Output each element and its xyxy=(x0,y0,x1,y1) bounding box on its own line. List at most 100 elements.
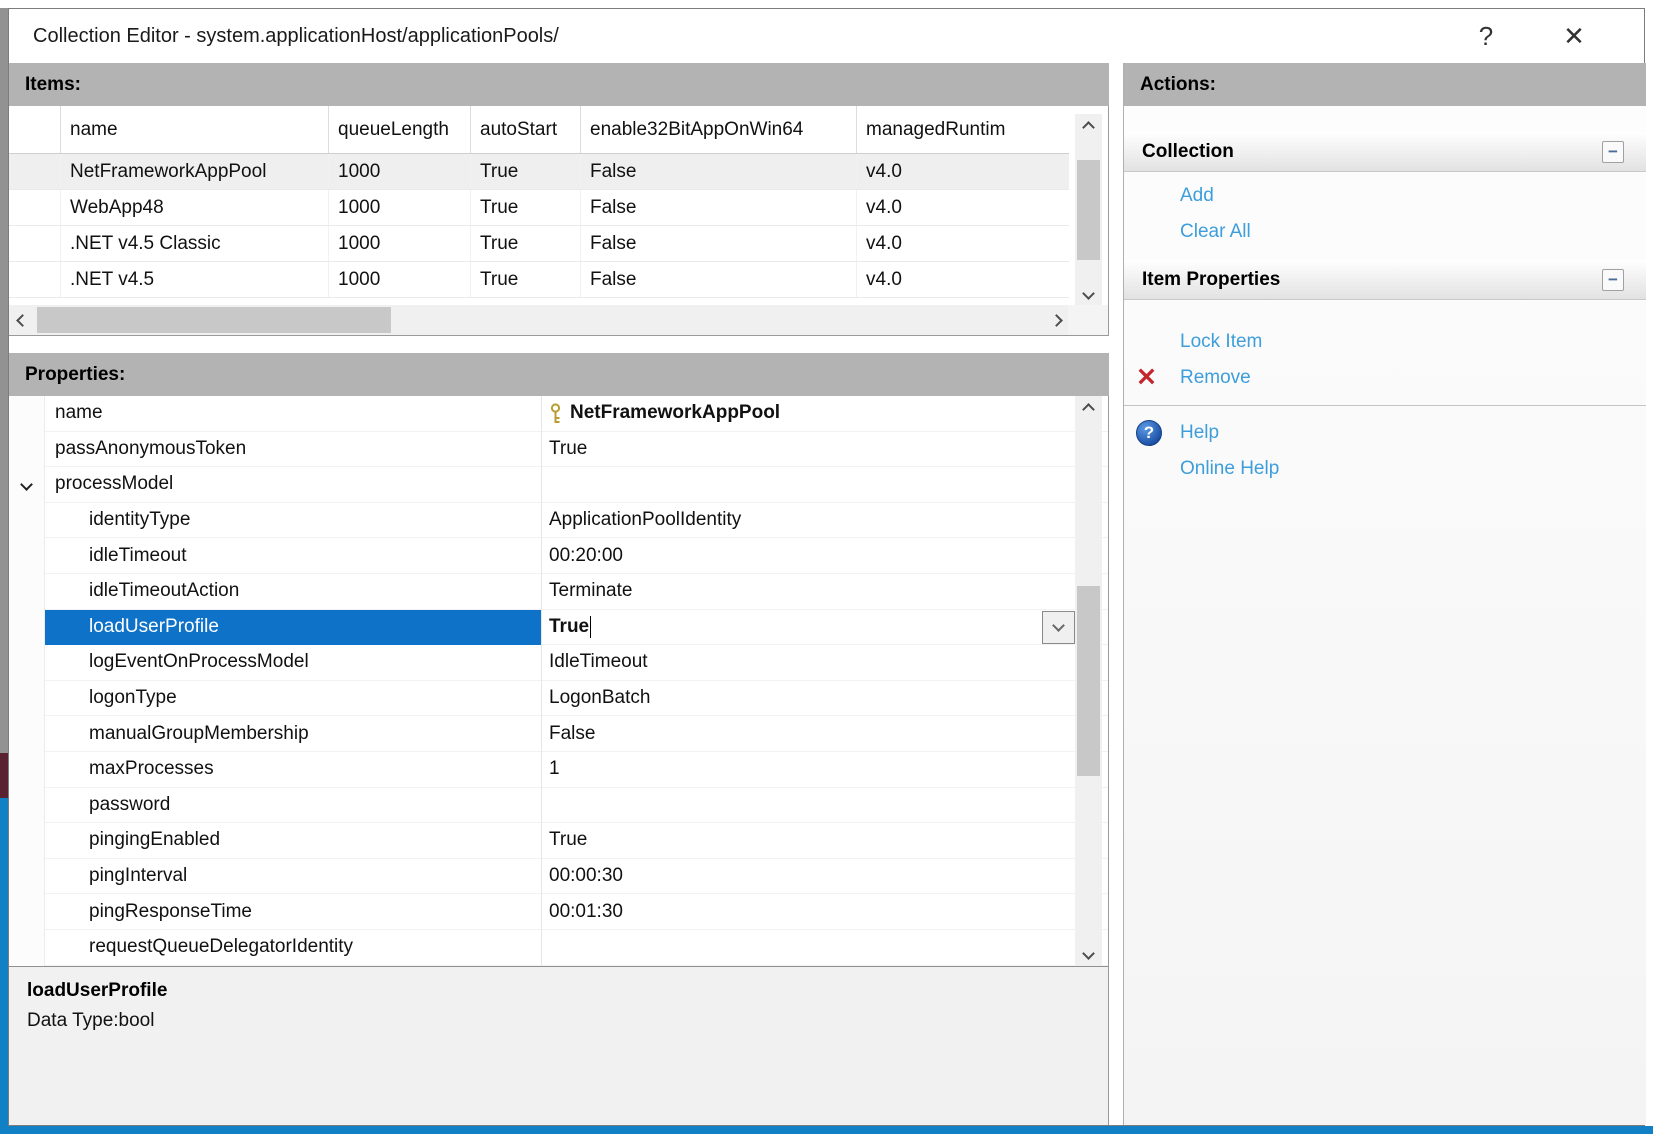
property-row[interactable]: logEventOnProcessModel IdleTimeout xyxy=(9,645,1108,681)
property-value[interactable]: IdleTimeout xyxy=(541,645,1108,681)
property-value[interactable]: ApplicationPoolIdentity xyxy=(541,503,1108,539)
row-header-cell[interactable] xyxy=(9,262,61,297)
column-header-enable32bit[interactable]: enable32BitAppOnWin64 xyxy=(581,106,857,153)
action-link-label[interactable]: Help xyxy=(1180,422,1219,444)
property-name[interactable]: requestQueueDelegatorIdentity xyxy=(45,930,541,966)
task-group-item-properties[interactable]: Item Properties − xyxy=(1124,260,1646,300)
table-row[interactable]: NetFrameworkAppPool 1000 True False v4.0 xyxy=(9,154,1069,190)
cell-autostart[interactable]: True xyxy=(471,154,581,189)
cell-name[interactable]: .NET v4.5 xyxy=(61,262,329,297)
action-help[interactable]: ? Help xyxy=(1124,415,1646,451)
cell-enable32bit[interactable]: False xyxy=(581,226,857,261)
property-name[interactable]: idleTimeoutAction xyxy=(45,574,541,610)
action-link-label[interactable]: Lock Item xyxy=(1180,331,1262,353)
property-row[interactable]: idleTimeoutAction Terminate xyxy=(9,574,1108,610)
property-value[interactable] xyxy=(541,930,1108,966)
close-icon[interactable]: ✕ xyxy=(1552,9,1596,63)
cell-enable32bit[interactable]: False xyxy=(581,190,857,225)
property-value[interactable]: LogonBatch xyxy=(541,681,1108,717)
title-bar[interactable]: Collection Editor - system.applicationHo… xyxy=(9,9,1644,63)
property-row[interactable]: requestQueueDelegatorIdentity xyxy=(9,930,1108,966)
scroll-left-icon[interactable] xyxy=(9,305,35,335)
action-add[interactable]: Add xyxy=(1124,178,1646,214)
property-row[interactable]: pingResponseTime 00:01:30 xyxy=(9,894,1108,930)
property-name[interactable]: loadUserProfile xyxy=(45,610,541,646)
cell-name[interactable]: NetFrameworkAppPool xyxy=(61,154,329,189)
properties-vertical-scrollbar[interactable] xyxy=(1075,396,1102,966)
property-value[interactable]: True xyxy=(541,432,1108,468)
property-row[interactable]: processModel xyxy=(9,467,1108,503)
property-value[interactable]: 00:01:30 xyxy=(541,894,1108,930)
scroll-down-icon[interactable] xyxy=(1075,940,1102,966)
cell-queuelength[interactable]: 1000 xyxy=(329,262,471,297)
column-header-queuelength[interactable]: queueLength xyxy=(329,106,471,153)
property-name[interactable]: pingingEnabled xyxy=(45,823,541,859)
action-link-label[interactable]: Add xyxy=(1180,185,1214,207)
property-row[interactable]: maxProcesses 1 xyxy=(9,752,1108,788)
value-dropdown-button[interactable] xyxy=(1042,611,1075,644)
property-value[interactable]: 00:00:30 xyxy=(541,859,1108,895)
property-row[interactable]: password xyxy=(9,788,1108,824)
action-link-label[interactable]: Clear All xyxy=(1180,221,1251,243)
scroll-up-icon[interactable] xyxy=(1075,114,1102,140)
action-link-label[interactable]: Remove xyxy=(1180,367,1251,389)
property-name[interactable]: name xyxy=(45,396,541,432)
cell-queuelength[interactable]: 1000 xyxy=(329,190,471,225)
dialog-help-button[interactable]: ? xyxy=(1464,9,1508,63)
property-value[interactable]: Terminate xyxy=(541,574,1108,610)
cell-autostart[interactable]: True xyxy=(471,190,581,225)
property-row[interactable]: manualGroupMembership False xyxy=(9,716,1108,752)
scroll-up-icon[interactable] xyxy=(1075,396,1102,422)
cell-queuelength[interactable]: 1000 xyxy=(329,154,471,189)
property-value[interactable]: NetFrameworkAppPool xyxy=(541,396,1108,432)
property-name[interactable]: manualGroupMembership xyxy=(45,716,541,752)
property-row[interactable]: pingInterval 00:00:30 xyxy=(9,859,1108,895)
cell-managedruntime[interactable]: v4.0 xyxy=(857,226,1069,261)
column-header-name[interactable]: name xyxy=(61,106,329,153)
table-row[interactable]: WebApp48 1000 True False v4.0 xyxy=(9,190,1069,226)
property-name[interactable]: password xyxy=(45,788,541,824)
property-name[interactable]: logEventOnProcessModel xyxy=(45,645,541,681)
property-name[interactable]: processModel xyxy=(45,467,541,503)
chevron-down-icon[interactable] xyxy=(20,479,33,492)
cell-autostart[interactable]: True xyxy=(471,226,581,261)
items-vertical-scrollbar[interactable] xyxy=(1075,114,1102,306)
cell-autostart[interactable]: True xyxy=(471,262,581,297)
table-row[interactable]: .NET v4.5 Classic 1000 True False v4.0 xyxy=(9,226,1069,262)
cell-name[interactable]: .NET v4.5 Classic xyxy=(61,226,329,261)
property-row[interactable]: passAnonymousToken True xyxy=(9,432,1108,468)
cell-queuelength[interactable]: 1000 xyxy=(329,226,471,261)
property-row[interactable]: name NetFrameworkAppPool xyxy=(9,396,1108,432)
property-value[interactable] xyxy=(541,467,1108,503)
action-clear-all[interactable]: Clear All xyxy=(1124,214,1646,250)
property-value[interactable] xyxy=(541,788,1108,824)
scrollbar-thumb[interactable] xyxy=(1077,160,1100,260)
row-header-cell[interactable] xyxy=(9,226,61,261)
property-name[interactable]: pingResponseTime xyxy=(45,894,541,930)
row-header-cell[interactable] xyxy=(9,154,61,189)
action-remove[interactable]: ✕ Remove xyxy=(1124,360,1646,396)
property-name[interactable]: idleTimeout xyxy=(45,538,541,574)
cell-enable32bit[interactable]: False xyxy=(581,262,857,297)
items-horizontal-scrollbar[interactable] xyxy=(9,305,1069,335)
cell-managedruntime[interactable]: v4.0 xyxy=(857,190,1069,225)
task-group-collection[interactable]: Collection − xyxy=(1124,132,1646,172)
cell-enable32bit[interactable]: False xyxy=(581,154,857,189)
table-row[interactable]: .NET v4.5 1000 True False v4.0 xyxy=(9,262,1069,298)
property-value[interactable]: 00:20:00 xyxy=(541,538,1108,574)
scrollbar-thumb[interactable] xyxy=(1077,586,1100,776)
property-name[interactable]: logonType xyxy=(45,681,541,717)
cell-name[interactable]: WebApp48 xyxy=(61,190,329,225)
property-name[interactable]: maxProcesses xyxy=(45,752,541,788)
property-name[interactable]: passAnonymousToken xyxy=(45,432,541,468)
property-value[interactable]: 1 xyxy=(541,752,1108,788)
property-name[interactable]: pingInterval xyxy=(45,859,541,895)
column-header-managedruntime[interactable]: managedRuntim xyxy=(857,106,1069,153)
cell-managedruntime[interactable]: v4.0 xyxy=(857,154,1069,189)
action-link-label[interactable]: Online Help xyxy=(1180,458,1279,480)
collapse-icon[interactable]: − xyxy=(1602,141,1624,163)
property-name[interactable]: identityType xyxy=(45,503,541,539)
action-lock-item[interactable]: Lock Item xyxy=(1124,324,1646,360)
action-online-help[interactable]: Online Help xyxy=(1124,451,1646,487)
property-row[interactable]: identityType ApplicationPoolIdentity xyxy=(9,503,1108,539)
